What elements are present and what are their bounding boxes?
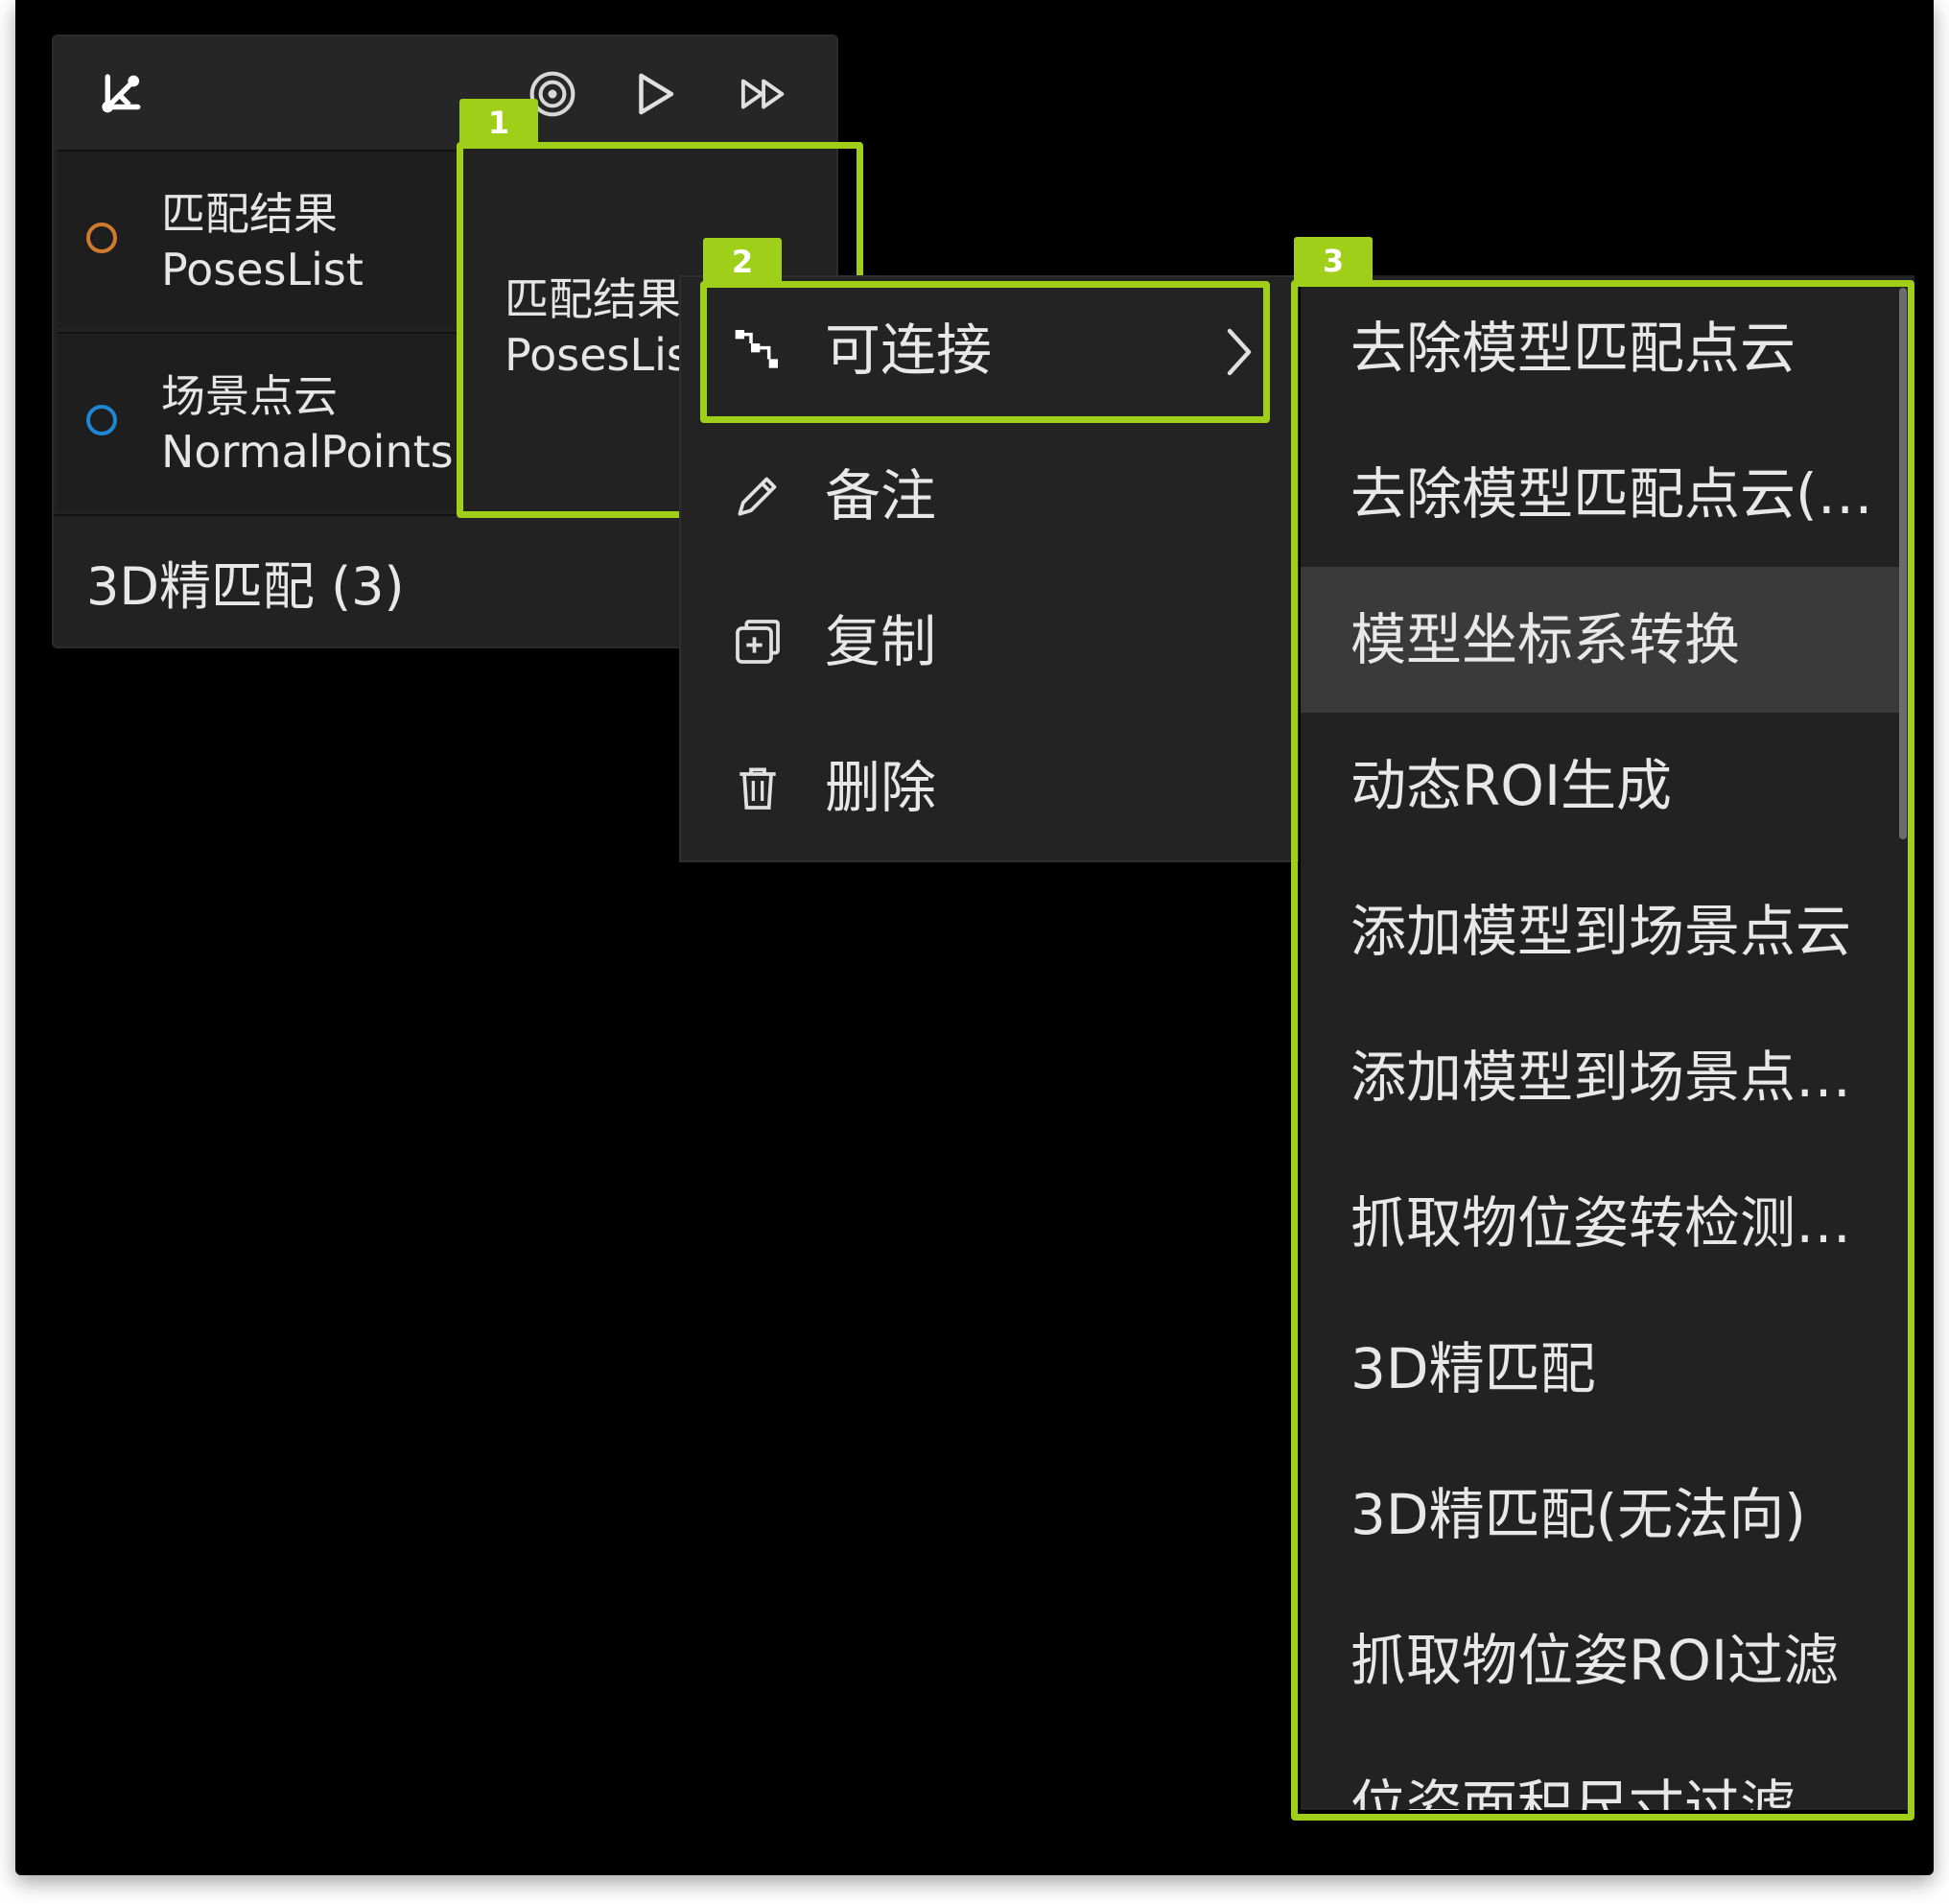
submenu-item[interactable]: 3D精匹配(无法向): [1301, 1442, 1901, 1587]
output-port-label[interactable]: 匹配结果 PosesLis: [505, 271, 690, 383]
trash-icon: [729, 759, 787, 816]
submenu-item[interactable]: 去除模型匹配点云: [1301, 275, 1901, 421]
step-badge-1: 1: [459, 99, 538, 147]
pencil-icon: [729, 467, 787, 525]
graph-icon[interactable]: [94, 65, 152, 123]
connect-icon: [729, 321, 787, 379]
menu-item-note[interactable]: 备注: [681, 423, 1297, 569]
submenu-item[interactable]: 位姿面积尺寸过滤: [1301, 1733, 1901, 1810]
menu-item-label: 删除: [825, 755, 937, 820]
menu-item-label: 备注: [825, 463, 937, 529]
input-port-poseslist[interactable]: 匹配结果 PosesList: [58, 150, 460, 328]
menu-item-delete[interactable]: 删除: [681, 715, 1297, 860]
step-badge-2: 2: [703, 238, 782, 286]
submenu-item-hovered[interactable]: 模型坐标系转换: [1301, 567, 1901, 713]
port-connector-icon[interactable]: [86, 223, 117, 253]
step-badge-3: 3: [1294, 237, 1373, 285]
submenu-item[interactable]: 添加模型到场景点云: [1301, 858, 1901, 1004]
submenu-item[interactable]: 添加模型到场景点…: [1301, 1004, 1901, 1150]
play-icon[interactable]: [625, 65, 683, 123]
connectable-submenu: 去除模型匹配点云 去除模型匹配点云(… 模型坐标系转换 动态ROI生成 添加模型…: [1301, 275, 1914, 1810]
canvas: 匹配结果 PosesList 场景点云 NormalPoints 匹配结果 Po…: [15, 0, 1934, 1875]
context-menu: 可连接 备注 复制 删除: [679, 275, 1299, 862]
submenu-item[interactable]: 去除模型匹配点云(…: [1301, 421, 1901, 567]
submenu-item[interactable]: 动态ROI生成: [1301, 713, 1901, 858]
menu-item-copy[interactable]: 复制: [681, 569, 1297, 715]
port-connector-icon[interactable]: [86, 405, 117, 435]
menu-item-label: 复制: [825, 609, 937, 674]
submenu-item[interactable]: 抓取物位姿转检测…: [1301, 1150, 1901, 1296]
fast-forward-icon[interactable]: [737, 65, 794, 123]
submenu-item[interactable]: 抓取物位姿ROI过滤: [1301, 1587, 1901, 1733]
input-port-label: 场景点云 NormalPoints: [161, 370, 454, 478]
menu-item-label: 可连接: [825, 317, 993, 383]
copy-icon: [729, 613, 787, 670]
submenu-scrollbar[interactable]: [1899, 288, 1907, 839]
input-port-label: 匹配结果 PosesList: [161, 188, 364, 295]
menu-item-connectable[interactable]: 可连接: [681, 277, 1297, 423]
chevron-right-icon: [1227, 328, 1252, 376]
node-toolbar: [54, 36, 836, 150]
submenu-item[interactable]: 3D精匹配: [1301, 1296, 1901, 1442]
input-port-normalpoints[interactable]: 场景点云 NormalPoints: [58, 332, 460, 510]
